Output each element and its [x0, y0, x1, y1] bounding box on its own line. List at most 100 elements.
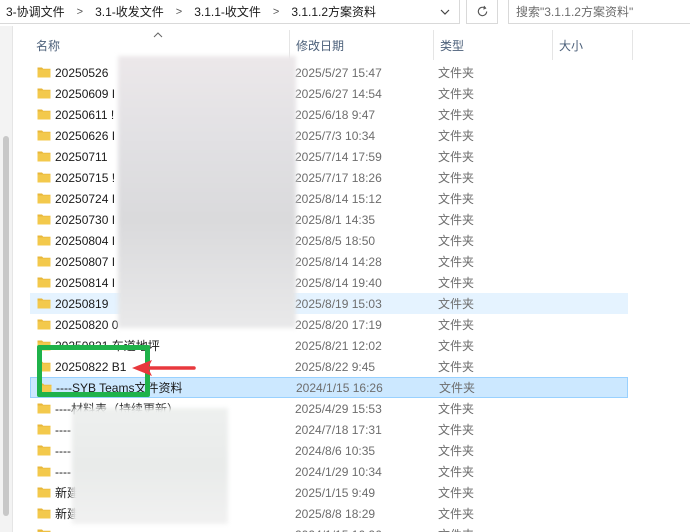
file-name[interactable]: 20250804 I	[55, 234, 115, 248]
scrollbar-thumb[interactable]	[3, 136, 9, 516]
folder-icon	[37, 255, 51, 267]
file-modified-date: 2025/8/22 9:45	[295, 359, 376, 374]
file-type: 文件夹	[438, 486, 475, 500]
file-name[interactable]: 20250609 I	[55, 87, 115, 101]
file-type: 文件夹	[438, 526, 474, 532]
folder-icon	[37, 234, 51, 246]
breadcrumb-item[interactable]: 3-协调文件	[4, 3, 67, 20]
file-modified-date: 2024/1/15 16:26	[296, 380, 383, 395]
file-name[interactable]: 20250819	[55, 297, 108, 311]
column-header-type-label: 类型	[440, 38, 465, 53]
file-type: 文件夹	[438, 213, 475, 227]
file-type: 文件夹	[438, 129, 475, 143]
breadcrumb-separator-icon[interactable]: >	[263, 6, 289, 18]
file-modified-date: 2025/8/19 15:03	[295, 296, 382, 311]
file-name[interactable]: 20250626 I	[55, 129, 115, 143]
file-row[interactable]: ---- 2024/1/15 16:26 文件夹	[30, 524, 628, 532]
file-name[interactable]: ----	[55, 465, 71, 479]
redaction-blur	[118, 56, 296, 328]
folder-icon	[37, 213, 51, 225]
breadcrumb-item[interactable]: 3.1.1-收文件	[192, 3, 263, 20]
file-name[interactable]: 20250611 !	[55, 108, 114, 122]
folder-icon	[37, 108, 51, 120]
column-header-size[interactable]: 大小	[553, 30, 633, 60]
file-modified-date: 2025/8/8 18:29	[295, 506, 376, 521]
file-modified-date: 2025/6/18 9:47	[295, 107, 376, 122]
navigation-pane-scrollbar[interactable]	[0, 26, 13, 532]
file-type: 文件夹	[438, 87, 475, 101]
file-name[interactable]: 20250807 I	[55, 255, 115, 269]
folder-icon	[37, 150, 51, 162]
address-toolbar: 3-协调文件 > 3.1-收发文件 > 3.1.1-收文件 > 3.1.1.2方…	[0, 0, 690, 26]
file-modified-date: 2025/1/15 9:49	[295, 485, 376, 500]
column-header-size-label: 大小	[559, 38, 584, 53]
file-type: 文件夹	[438, 234, 475, 248]
file-modified-date: 2024/1/15 16:26	[295, 528, 382, 532]
refresh-button[interactable]	[466, 0, 498, 24]
folder-icon	[37, 276, 51, 288]
file-name[interactable]: 20250820 0	[55, 318, 118, 332]
file-type: 文件夹	[438, 339, 475, 353]
breadcrumb-separator-icon[interactable]: >	[166, 6, 192, 18]
file-type: 文件夹	[438, 423, 475, 437]
file-modified-date: 2025/8/1 14:35	[295, 212, 376, 227]
column-header-name-label: 名称	[36, 38, 61, 53]
file-type: 文件夹	[438, 318, 475, 332]
folder-icon	[37, 465, 51, 477]
file-modified-date: 2025/6/27 14:54	[295, 86, 382, 101]
file-modified-date: 2024/1/29 10:34	[295, 464, 382, 479]
file-name[interactable]: ----	[55, 528, 71, 532]
address-dropdown-button[interactable]	[430, 0, 460, 24]
file-type: 文件夹	[439, 381, 476, 395]
file-name[interactable]: 20250526	[55, 66, 108, 80]
file-type: 文件夹	[438, 444, 475, 458]
file-modified-date: 2025/8/21 12:02	[295, 338, 382, 353]
file-name[interactable]: ----	[55, 423, 71, 437]
breadcrumb-item[interactable]: 3.1-收发文件	[93, 3, 166, 20]
file-name[interactable]: 20250730 I	[55, 213, 115, 227]
file-name[interactable]: 20250724 I	[55, 192, 115, 206]
file-type: 文件夹	[438, 276, 475, 290]
folder-icon	[37, 444, 51, 456]
folder-icon	[37, 423, 51, 435]
file-modified-date: 2025/7/14 17:59	[295, 149, 382, 164]
file-modified-date: 2025/5/27 15:47	[295, 65, 382, 80]
file-type: 文件夹	[438, 360, 475, 374]
file-modified-date: 2025/8/14 14:28	[295, 254, 382, 269]
file-type: 文件夹	[438, 171, 475, 185]
file-type: 文件夹	[438, 255, 475, 269]
file-modified-date: 2024/7/18 17:31	[295, 422, 382, 437]
file-modified-date: 2025/8/14 15:12	[295, 191, 382, 206]
file-modified-date: 2025/8/14 19:40	[295, 275, 382, 290]
file-type: 文件夹	[438, 66, 475, 80]
breadcrumb-separator-icon[interactable]: >	[67, 6, 93, 18]
folder-icon	[37, 129, 51, 141]
search-input[interactable]: 搜索"3.1.1.2方案资料"	[508, 0, 690, 24]
refresh-icon	[477, 5, 487, 17]
file-name[interactable]: ----	[55, 444, 71, 458]
file-name[interactable]: 20250715 !	[55, 171, 115, 185]
folder-icon	[37, 66, 51, 78]
breadcrumb-item[interactable]: 3.1.1.2方案资料	[289, 3, 378, 20]
folder-icon	[37, 402, 51, 414]
file-modified-date: 2025/7/17 18:26	[295, 170, 382, 185]
file-type: 文件夹	[438, 297, 475, 311]
file-type: 文件夹	[438, 150, 475, 164]
folder-icon	[37, 528, 51, 532]
file-type: 文件夹	[438, 402, 475, 416]
file-modified-date: 2025/4/29 15:53	[295, 401, 382, 416]
breadcrumb[interactable]: 3-协调文件 > 3.1-收发文件 > 3.1.1-收文件 > 3.1.1.2方…	[0, 0, 460, 24]
file-name[interactable]: 20250711	[55, 150, 108, 164]
folder-icon	[37, 486, 51, 498]
file-modified-date: 2025/7/3 10:34	[295, 128, 376, 143]
redaction-blur	[72, 408, 228, 524]
column-header-type[interactable]: 类型	[434, 30, 553, 60]
annotation-arrow-icon	[132, 360, 196, 376]
column-header-modified[interactable]: 修改日期	[290, 30, 434, 60]
column-header-modified-label: 修改日期	[296, 38, 345, 53]
file-modified-date: 2025/8/5 18:50	[295, 233, 376, 248]
file-type: 文件夹	[438, 465, 475, 479]
file-name[interactable]: 20250814 I	[55, 276, 115, 290]
folder-icon	[37, 87, 51, 99]
file-type: 文件夹	[438, 108, 475, 122]
